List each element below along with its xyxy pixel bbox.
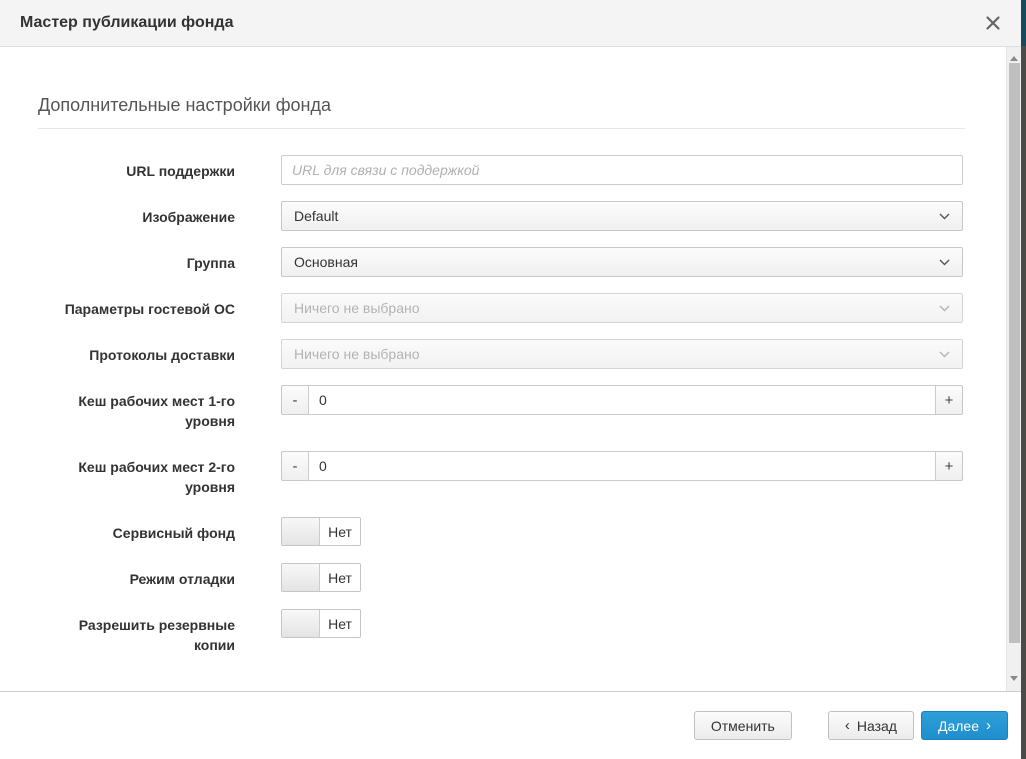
pool-wizard-dialog: Мастер публикации фонда Дополнительные н…	[0, 0, 1021, 759]
allow-backups-label: Разрешить резервные копии	[38, 609, 235, 655]
next-button[interactable]: Далее ›	[921, 711, 1008, 740]
group-label: Группа	[38, 247, 235, 273]
guest-os-select-value: Ничего не выбрано	[294, 300, 420, 316]
form-content: Дополнительные настройки фонда URL подде…	[38, 47, 965, 655]
dialog-footer: Отменить ‹ Назад Далее ›	[0, 691, 1021, 759]
background-page-header-edge	[1021, 0, 1026, 46]
increment-button[interactable]: +	[936, 451, 963, 481]
chevron-down-icon	[939, 305, 950, 312]
protocols-select-value: Ничего не выбрано	[294, 346, 420, 362]
cancel-button-label: Отменить	[711, 718, 775, 734]
row-image: Изображение Default	[38, 201, 965, 231]
close-button[interactable]	[981, 11, 1005, 35]
row-debug-mode: Режим отладки Нет	[38, 563, 965, 593]
service-pool-toggle[interactable]: Нет	[281, 517, 361, 546]
cache-l2-input[interactable]	[308, 451, 936, 481]
cache-l2-label: Кеш рабочих мест 2-го уровня	[38, 451, 235, 497]
background-page-edge	[1021, 0, 1026, 759]
row-guest-os: Параметры гостевой ОС Ничего не выбрано	[38, 293, 965, 323]
image-label: Изображение	[38, 201, 235, 227]
toggle-state-label: Нет	[320, 518, 360, 545]
increment-button[interactable]: +	[936, 385, 963, 415]
row-group: Группа Основная	[38, 247, 965, 277]
decrement-button[interactable]: -	[281, 451, 308, 481]
debug-mode-toggle[interactable]: Нет	[281, 563, 361, 592]
back-button[interactable]: ‹ Назад	[828, 711, 914, 740]
group-select[interactable]: Основная	[281, 247, 963, 277]
image-select-value: Default	[294, 208, 338, 224]
toggle-handle	[282, 564, 320, 591]
section-divider	[38, 128, 965, 129]
arrow-down-icon	[1010, 676, 1018, 681]
dialog-body: Дополнительные настройки фонда URL подде…	[0, 47, 1021, 691]
row-cache-l1: Кеш рабочих мест 1-го уровня - +	[38, 385, 965, 431]
decrement-button[interactable]: -	[281, 385, 308, 415]
allow-backups-toggle[interactable]: Нет	[281, 609, 361, 638]
arrow-up-icon	[1010, 56, 1018, 61]
service-pool-label: Сервисный фонд	[38, 517, 235, 543]
protocols-select: Ничего не выбрано	[281, 339, 963, 369]
dialog-header: Мастер публикации фонда	[0, 0, 1021, 47]
toggle-state-label: Нет	[320, 564, 360, 591]
chevron-down-icon	[939, 351, 950, 358]
group-select-value: Основная	[294, 254, 358, 270]
toggle-state-label: Нет	[320, 610, 360, 637]
chevron-left-icon: ‹	[845, 718, 850, 733]
chevron-down-icon	[939, 213, 950, 220]
scroll-down-button[interactable]	[1007, 671, 1021, 685]
cache-l2-spinner: - +	[281, 451, 963, 481]
scrollbar-thumb[interactable]	[1009, 63, 1020, 643]
chevron-down-icon	[939, 259, 950, 266]
cache-l1-input[interactable]	[308, 385, 936, 415]
close-icon	[985, 15, 1001, 31]
vertical-scrollbar[interactable]	[1006, 47, 1021, 691]
cancel-button[interactable]: Отменить	[694, 711, 792, 740]
image-select[interactable]: Default	[281, 201, 963, 231]
cache-l1-label: Кеш рабочих мест 1-го уровня	[38, 385, 235, 431]
guest-os-label: Параметры гостевой ОС	[38, 293, 235, 319]
row-allow-backups: Разрешить резервные копии Нет	[38, 609, 965, 655]
toggle-handle	[282, 518, 320, 545]
dialog-title: Мастер публикации фонда	[20, 14, 233, 32]
section-title: Дополнительные настройки фонда	[38, 95, 965, 116]
row-cache-l2: Кеш рабочих мест 2-го уровня - +	[38, 451, 965, 497]
protocols-label: Протоколы доставки	[38, 339, 235, 365]
cache-l1-spinner: - +	[281, 385, 963, 415]
row-service-pool: Сервисный фонд Нет	[38, 517, 965, 547]
next-button-label: Далее	[938, 718, 979, 734]
debug-mode-label: Режим отладки	[38, 563, 235, 589]
support-url-input[interactable]	[281, 155, 963, 185]
guest-os-select: Ничего не выбрано	[281, 293, 963, 323]
row-protocols: Протоколы доставки Ничего не выбрано	[38, 339, 965, 369]
support-url-label: URL поддержки	[38, 155, 235, 181]
row-support-url: URL поддержки	[38, 155, 965, 185]
back-button-label: Назад	[857, 718, 897, 734]
chevron-right-icon: ›	[986, 718, 991, 733]
toggle-handle	[282, 610, 320, 637]
